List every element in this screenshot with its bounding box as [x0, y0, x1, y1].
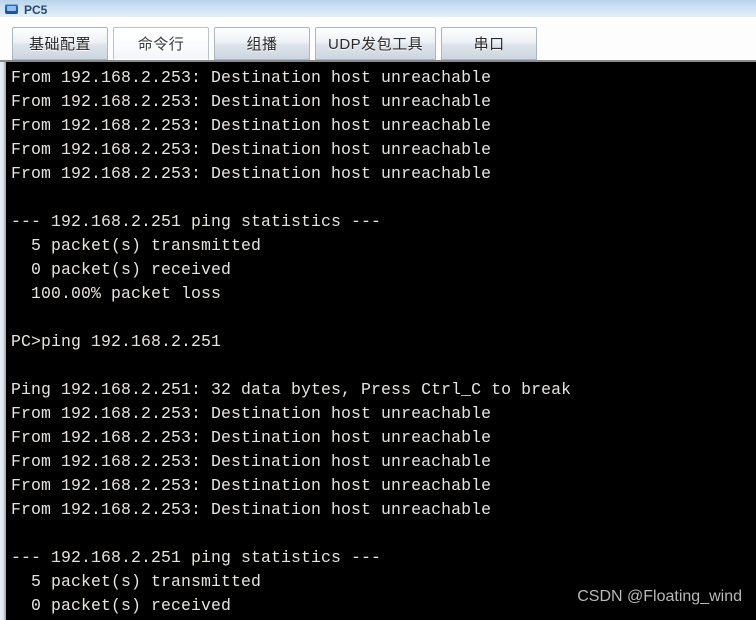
tab-command-line-label: 命令行 [137, 36, 185, 53]
console-line: --- 192.168.2.251 ping statistics --- [11, 548, 382, 567]
console-line: From 192.168.2.253: Destination host unr… [11, 500, 492, 519]
console-line: From 192.168.2.253: Destination host unr… [11, 68, 492, 87]
console-text-lines: From 192.168.2.253: Destination host unr… [6, 62, 756, 620]
pc-device-icon [4, 2, 20, 16]
tab-list: 基础配置 命令行 组播 UDP发包工具 串口 [12, 27, 542, 60]
tab-serial-port[interactable]: 串口 [441, 27, 538, 60]
tab-udp-packet-tool[interactable]: UDP发包工具 [315, 27, 437, 60]
window-title: PC5 [24, 3, 48, 17]
console-line: From 192.168.2.253: Destination host unr… [11, 116, 492, 135]
tab-command-line[interactable]: 命令行 [113, 27, 209, 60]
console-line: From 192.168.2.253: Destination host unr… [11, 404, 492, 423]
console-line: Ping 192.168.2.251: 32 data bytes, Press… [11, 380, 572, 399]
console-line: 0 packet(s) received [11, 596, 232, 615]
console-line: From 192.168.2.253: Destination host unr… [11, 452, 492, 471]
tab-bar: 基础配置 命令行 组播 UDP发包工具 串口 [0, 17, 756, 62]
console-line: From 192.168.2.253: Destination host unr… [11, 92, 492, 111]
console-line: From 192.168.2.253: Destination host unr… [11, 140, 492, 159]
tab-basic-config-label: 基础配置 [28, 36, 91, 53]
console-line: 0 packet(s) received [11, 260, 232, 279]
console-output-area[interactable]: From 192.168.2.253: Destination host unr… [0, 62, 756, 620]
console-line: 5 packet(s) transmitted [11, 236, 262, 255]
tab-multicast[interactable]: 组播 [214, 27, 310, 60]
pc-console-window: PC5 基础配置 命令行 组播 UDP发包工具 串口 From 192.168.… [0, 0, 756, 620]
console-line: 5 packet(s) transmitted [11, 572, 262, 591]
tab-multicast-label: 组播 [246, 36, 278, 53]
console-line: From 192.168.2.253: Destination host unr… [11, 164, 492, 183]
console-line: --- 192.168.2.251 ping statistics --- [11, 212, 382, 231]
tab-basic-config[interactable]: 基础配置 [12, 27, 108, 60]
tab-udp-packet-tool-label: UDP发包工具 [328, 36, 424, 53]
console-line: From 192.168.2.253: Destination host unr… [11, 428, 492, 447]
console-line: PC>ping 192.168.2.251 [11, 332, 222, 351]
tab-serial-port-label: 串口 [473, 36, 505, 53]
window-title-bar: PC5 [0, 0, 756, 18]
console-line: 100.00% packet loss [11, 284, 222, 303]
console-line: From 192.168.2.253: Destination host unr… [11, 476, 492, 495]
